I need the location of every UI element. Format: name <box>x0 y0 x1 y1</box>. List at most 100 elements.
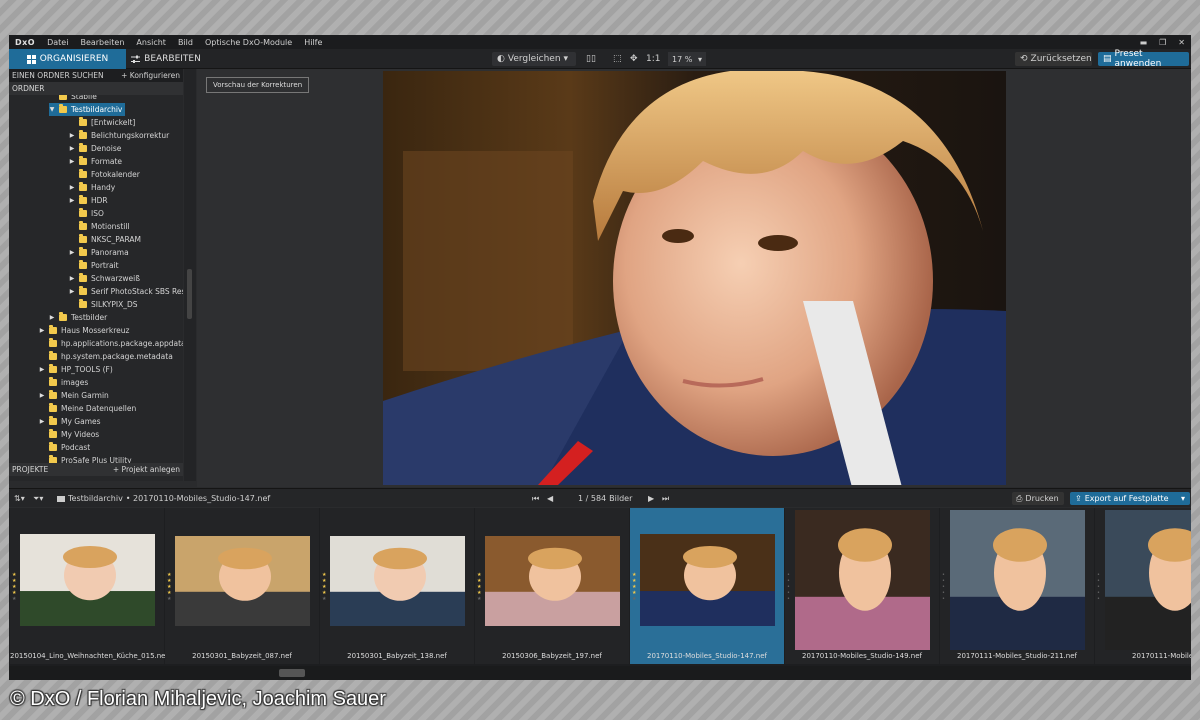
folder-tree-item[interactable]: ▶ Belichtungskorrektur <box>69 129 169 142</box>
minimize-icon[interactable]: ▬ <box>1140 38 1148 47</box>
star-icon[interactable]: ★ <box>322 596 327 602</box>
expand-arrow-icon[interactable]: ▶ <box>69 132 75 139</box>
apply-preset-button[interactable]: ▤ Preset anwenden <box>1098 49 1189 69</box>
folder-search-button[interactable]: EINEN ORDNER SUCHEN <box>12 71 104 80</box>
split-view-button[interactable]: ▯▯ <box>586 52 596 66</box>
last-image-button[interactable]: ⏭ <box>662 492 669 505</box>
star-icon[interactable]: • <box>1097 596 1102 602</box>
folder-tree-item[interactable]: ▶ Serif PhotoStack SBS Ressource <box>69 285 183 298</box>
folder-tree-item[interactable]: Meine Datenquellen <box>39 402 136 415</box>
tab-edit[interactable]: BEARBEITEN <box>126 49 206 69</box>
compare-button[interactable]: ◐ Vergleichen ▾ <box>492 52 576 66</box>
expand-arrow-icon[interactable]: ▶ <box>39 418 45 425</box>
star-icon[interactable]: • <box>942 596 947 602</box>
new-project-button[interactable]: + Projekt anlegen <box>113 465 180 474</box>
folder-tree-item[interactable]: [Entwickelt] <box>69 116 135 129</box>
folder-tree-item[interactable]: images <box>39 376 88 389</box>
star-icon[interactable]: ★ <box>12 596 17 602</box>
rating-stars[interactable]: ★ ★ ★ ★ ★ <box>632 572 637 602</box>
folder-tree-item[interactable]: Fotokalender <box>69 168 140 181</box>
projects-label[interactable]: PROJEKTE <box>12 465 48 474</box>
zoom-select[interactable]: 17 % ▾ <box>668 52 706 66</box>
folder-tree-item[interactable]: ISO <box>69 207 104 220</box>
rating-stars[interactable]: ★ ★ ★ ★ ★ <box>12 572 17 602</box>
main-photo[interactable] <box>383 71 1006 485</box>
expand-arrow-icon[interactable]: ▶ <box>39 392 45 399</box>
rating-stars[interactable]: ★ ★ ★ ★ ★ <box>477 572 482 602</box>
preview-corrections-button[interactable]: Vorschau der Korrekturen <box>206 77 310 93</box>
expand-arrow-icon[interactable]: ▶ <box>49 314 55 321</box>
folder-tree-item[interactable]: ▶ HDR <box>69 194 108 207</box>
expand-arrow-icon[interactable]: ▶ <box>69 158 75 165</box>
tab-organize[interactable]: ORGANISIEREN <box>9 49 126 69</box>
folder-tree-item[interactable]: hp.system.package.metadata <box>39 350 173 363</box>
menu-optische-module[interactable]: Optische DxO-Module <box>199 38 298 47</box>
rating-stars[interactable]: ★ ★ ★ ★ ★ <box>167 572 172 602</box>
star-icon[interactable]: ★ <box>167 596 172 602</box>
next-image-button[interactable]: ▶ <box>648 492 654 505</box>
star-icon[interactable]: ★ <box>477 596 482 602</box>
sort-button[interactable]: ⇅▾ <box>14 492 25 505</box>
filmstrip-thumbnail[interactable]: • • • • • 20170111-Mobiles_Studio-211.nef <box>940 508 1094 664</box>
filmstrip-scroll-thumb[interactable] <box>279 669 305 677</box>
folder-tree-item[interactable]: ▶ Formate <box>69 155 122 168</box>
rating-stars[interactable]: • • • • • <box>1097 572 1102 602</box>
sidebar-scrollbar[interactable] <box>184 69 196 481</box>
folder-tree-item[interactable]: Podcast <box>39 441 90 454</box>
menu-bild[interactable]: Bild <box>172 38 199 47</box>
crop-view-button[interactable]: ⬚ <box>613 52 622 66</box>
menu-ansicht[interactable]: Ansicht <box>130 38 172 47</box>
folder-tree-item[interactable]: ▶ Mein Garmin <box>39 389 109 402</box>
prev-image-button[interactable]: ◀ <box>547 492 553 505</box>
filmstrip-thumbnail[interactable]: ★ ★ ★ ★ ★ 20170110-Mobiles_Studio-147.nef <box>630 508 784 664</box>
folder-section-header[interactable]: ORDNER <box>9 82 183 95</box>
reset-button[interactable]: ⟲ Zurücksetzen <box>1015 52 1092 66</box>
restore-icon[interactable]: ❐ <box>1159 38 1166 47</box>
filmstrip-scrollbar[interactable] <box>9 666 1191 680</box>
sidebar-scroll-thumb[interactable] <box>187 269 192 319</box>
export-button[interactable]: ⇪ Export auf Festplatte ▾ <box>1070 492 1190 505</box>
rating-stars[interactable]: • • • • • <box>942 572 947 602</box>
filmstrip-thumbnail[interactable]: • • • • • 20170110-Mobiles_Studio-149.nef <box>785 508 939 664</box>
folder-tree-item[interactable]: NKSC_PARAM <box>69 233 141 246</box>
breadcrumb-folder[interactable]: Testbildarchiv <box>68 494 123 503</box>
folder-tree-item[interactable]: ▶ Schwarzweiß <box>69 272 140 285</box>
folder-tree-item[interactable]: My Videos <box>39 428 99 441</box>
folder-tree-item[interactable]: ▶ HP_TOOLS (F) <box>39 363 113 376</box>
rating-stars[interactable]: ★ ★ ★ ★ ★ <box>322 572 327 602</box>
folder-tree-item[interactable]: Motionstill <box>69 220 130 233</box>
pan-button[interactable]: ✥ <box>630 52 638 66</box>
menu-datei[interactable]: Datei <box>41 38 74 47</box>
folder-tree-item[interactable]: ▶ Handy <box>69 181 115 194</box>
configure-button[interactable]: + Konfigurieren <box>121 71 180 80</box>
menu-hilfe[interactable]: Hilfe <box>298 38 328 47</box>
folder-tree-item[interactable]: ▶ Testbilder <box>49 311 107 324</box>
expanded-arrow-icon[interactable]: ▼ <box>49 106 55 113</box>
folder-tree-item[interactable]: Stabile <box>49 95 97 103</box>
folder-tree-item[interactable]: ▼ Testbildarchiv <box>49 103 126 116</box>
expand-arrow-icon[interactable]: ▶ <box>69 184 75 191</box>
folder-tree-item[interactable]: hp.applications.package.appdata <box>39 337 183 350</box>
filter-button[interactable]: ⏷▾ <box>33 492 43 505</box>
folder-tree-item[interactable]: ▶ My Games <box>39 415 101 428</box>
expand-arrow-icon[interactable]: ▶ <box>39 366 45 373</box>
filmstrip-thumbnail[interactable]: ★ ★ ★ ★ ★ 20150301_Babyzeit_138.nef <box>320 508 474 664</box>
filmstrip-thumbnail[interactable]: ★ ★ ★ ★ ★ 20150301_Babyzeit_087.nef <box>165 508 319 664</box>
menu-bearbeiten[interactable]: Bearbeiten <box>74 38 130 47</box>
star-icon[interactable]: ★ <box>632 596 637 602</box>
filmstrip-thumbnail[interactable]: ★ ★ ★ ★ ★ 20150306_Babyzeit_197.nef <box>475 508 629 664</box>
folder-tree-item[interactable]: ▶ Panorama <box>69 246 129 259</box>
folder-tree-item[interactable]: ▶ Denoise <box>69 142 121 155</box>
zoom-one-button[interactable]: 1:1 <box>646 52 660 66</box>
expand-arrow-icon[interactable]: ▶ <box>69 145 75 152</box>
expand-arrow-icon[interactable]: ▶ <box>39 327 45 334</box>
filmstrip-thumbnail[interactable]: ★ ★ ★ ★ ★ 20150104_Lino_Weihnachten_Küche_015… <box>10 508 168 664</box>
rating-stars[interactable]: • • • • • <box>787 572 792 602</box>
expand-arrow-icon[interactable]: ▶ <box>69 249 75 256</box>
expand-arrow-icon[interactable]: ▶ <box>69 275 75 282</box>
star-icon[interactable]: • <box>787 596 792 602</box>
folder-tree-item[interactable]: Portrait <box>69 259 119 272</box>
filmstrip-thumbnail[interactable]: ••••• 20170111-Mobiles_Stu <box>1095 508 1191 664</box>
folder-tree-item[interactable]: ▶ Haus Mosserkreuz <box>39 324 129 337</box>
folder-tree-item[interactable]: SILKYPIX_DS <box>69 298 138 311</box>
